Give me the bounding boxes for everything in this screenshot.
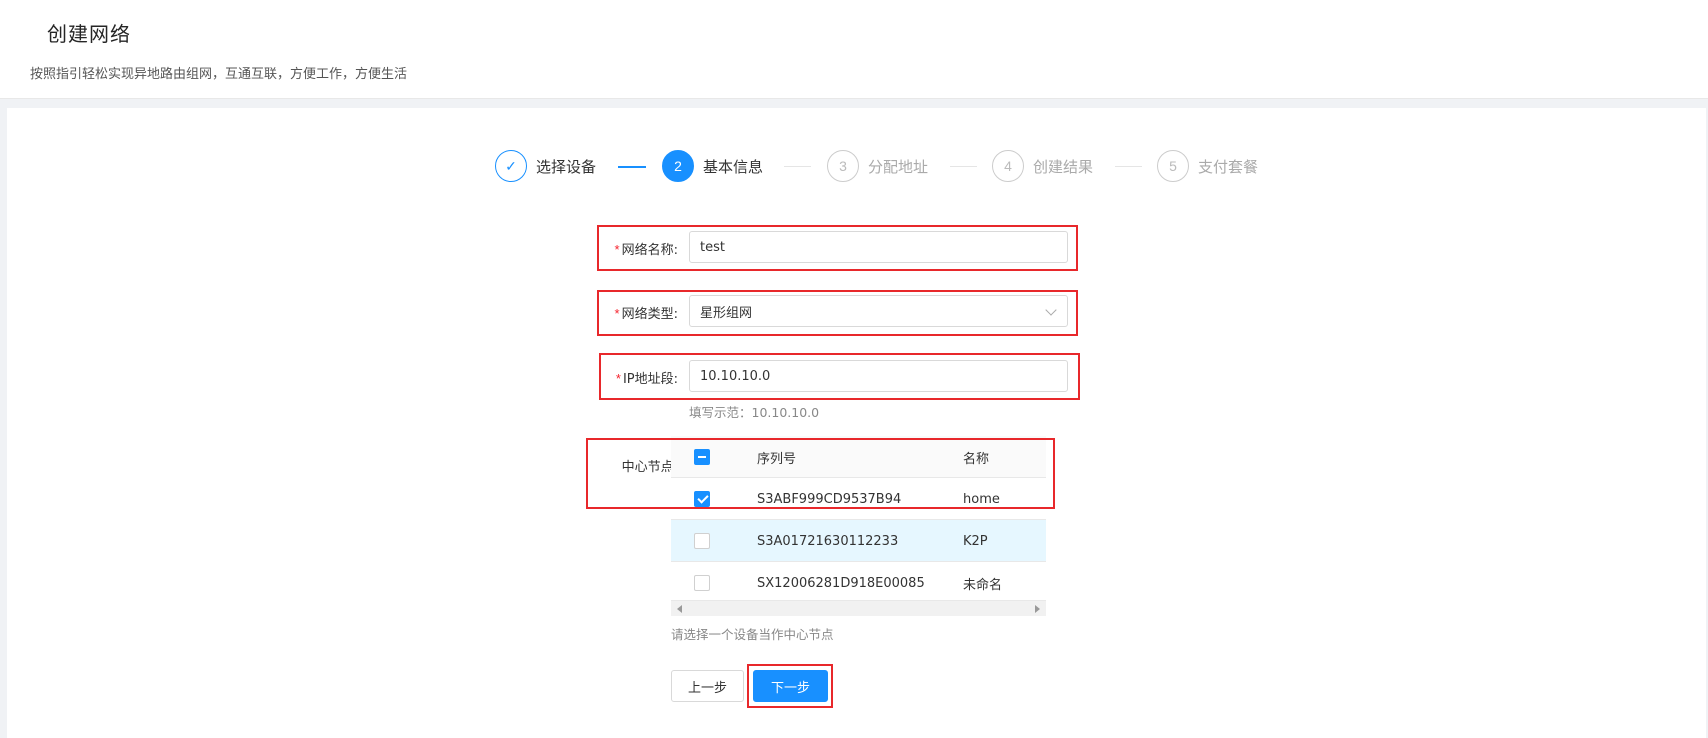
form-card bbox=[7, 108, 1708, 738]
center-node-hint: 请选择一个设备当作中心节点 bbox=[671, 627, 834, 642]
highlight-next-button bbox=[747, 664, 833, 708]
step-connector-4 bbox=[1115, 166, 1142, 167]
row-serial: S3A01721630112233 bbox=[757, 533, 899, 549]
row-name: K2P bbox=[963, 533, 988, 549]
step-5-label: 支付套餐 bbox=[1198, 158, 1259, 176]
highlight-network-type bbox=[597, 290, 1078, 336]
step-5-circle: 5 bbox=[1157, 150, 1189, 182]
page-title: 创建网络 bbox=[47, 22, 131, 46]
step-3-label: 分配地址 bbox=[868, 158, 929, 176]
prev-step-button[interactable]: 上一步 bbox=[671, 670, 744, 702]
table-row[interactable]: S3A01721630112233 K2P bbox=[671, 520, 1046, 562]
row-serial: SX12006281D918E00085 bbox=[757, 575, 925, 591]
scroll-right-icon[interactable] bbox=[1035, 605, 1040, 613]
step-connector-3 bbox=[950, 166, 977, 167]
step-4-label: 创建结果 bbox=[1033, 158, 1094, 176]
row-checkbox[interactable] bbox=[694, 533, 710, 549]
ip-segment-hint: 填写示范：10.10.10.0 bbox=[689, 405, 820, 420]
highlight-ip-segment bbox=[599, 353, 1080, 400]
step-2-label: 基本信息 bbox=[703, 158, 764, 176]
highlight-center-node bbox=[586, 438, 1055, 509]
table-row[interactable]: SX12006281D918E00085 未命名 bbox=[671, 562, 1046, 604]
step-3-circle: 3 bbox=[827, 150, 859, 182]
step-1-label: 选择设备 bbox=[536, 158, 597, 176]
step-connector-1 bbox=[618, 166, 646, 168]
step-connector-2 bbox=[784, 166, 811, 167]
step-1-check-icon: ✓ bbox=[495, 150, 527, 182]
step-4-circle: 4 bbox=[992, 150, 1024, 182]
page-header: 创建网络 按照指引轻松实现异地路由组网，互通互联，方便工作，方便生活 bbox=[0, 0, 1708, 99]
row-checkbox[interactable] bbox=[694, 575, 710, 591]
table-horizontal-scrollbar[interactable] bbox=[671, 600, 1046, 616]
highlight-network-name bbox=[597, 225, 1078, 271]
scroll-left-icon[interactable] bbox=[677, 605, 682, 613]
row-name: 未命名 bbox=[963, 577, 1003, 593]
step-2-circle: 2 bbox=[662, 150, 694, 182]
page-subtitle: 按照指引轻松实现异地路由组网，互通互联，方便工作，方便生活 bbox=[30, 67, 408, 82]
